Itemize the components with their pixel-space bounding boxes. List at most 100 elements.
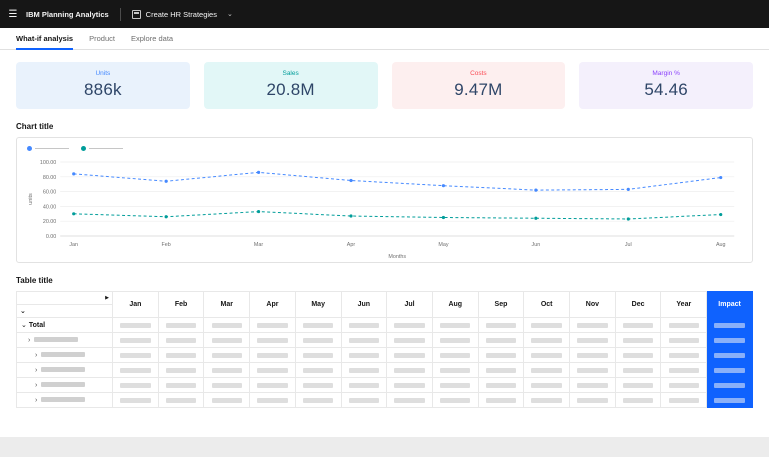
cell-skeleton — [257, 352, 288, 358]
data-cell — [294, 377, 342, 393]
data-cell — [340, 377, 388, 393]
collapse-row-icon[interactable]: ⌄ — [21, 322, 27, 329]
workspace-icon — [131, 9, 141, 19]
data-cell — [112, 392, 159, 408]
expand-row-icon[interactable]: › — [35, 367, 37, 374]
cell-skeleton — [577, 322, 608, 328]
kpi-label: Costs — [470, 70, 487, 77]
data-cell — [477, 317, 525, 333]
cell-skeleton — [714, 352, 745, 358]
cell-skeleton — [440, 367, 471, 373]
cell-skeleton — [257, 382, 288, 388]
column-header-impact[interactable]: Impact — [706, 291, 753, 318]
data-cell — [157, 347, 205, 363]
cell-skeleton — [302, 352, 334, 358]
tab-explore-data[interactable]: Explore data — [131, 28, 173, 50]
row-header-total[interactable]: ⌄ Total — [16, 317, 113, 333]
column-header-year[interactable]: Year — [660, 291, 708, 318]
kpi-value: 20.8M — [266, 80, 315, 99]
data-cell — [340, 317, 388, 333]
table-row: › — [16, 362, 753, 378]
cell-skeleton — [394, 382, 425, 388]
workspace-switcher[interactable]: Create HR Strategies ⌄ — [131, 9, 233, 19]
column-header-apr[interactable]: Apr — [249, 291, 296, 318]
expand-columns-icon[interactable]: ▶ — [105, 295, 109, 301]
row-header[interactable]: › — [16, 392, 113, 408]
brand-ibm: IBM — [26, 9, 40, 19]
kpi-value: 886k — [84, 80, 122, 99]
row-header[interactable]: › — [16, 347, 113, 363]
data-cell — [112, 317, 159, 333]
svg-text:80.00: 80.00 — [43, 175, 56, 181]
table-row: › — [16, 332, 753, 348]
data-cell — [431, 347, 479, 363]
app-brand[interactable]: IBM Planning Analytics — [26, 10, 109, 19]
svg-text:100.00: 100.00 — [40, 160, 56, 166]
cell-skeleton — [165, 397, 197, 403]
legend-item-series-2[interactable] — [81, 146, 123, 151]
row-label-skeleton — [41, 382, 86, 388]
menu-button[interactable]: ☰ — [0, 9, 26, 20]
table-corner-cell[interactable]: ▶ ⌄ — [16, 291, 113, 318]
data-cell — [431, 317, 479, 333]
row-header[interactable]: › — [16, 332, 113, 348]
cell-skeleton — [531, 337, 562, 343]
kpi-row: Units 886k Sales 20.8M Costs 9.47M Margi… — [0, 50, 769, 109]
cell-skeleton — [120, 367, 151, 373]
column-header-mar[interactable]: Mar — [203, 291, 251, 318]
column-header-nov[interactable]: Nov — [569, 291, 616, 318]
row-header[interactable]: › — [16, 377, 113, 393]
column-header-dec[interactable]: Dec — [614, 291, 662, 318]
cell-skeleton — [257, 367, 288, 373]
column-header-oct[interactable]: Oct — [523, 291, 571, 318]
tab-what-if-analysis[interactable]: What-if analysis — [16, 28, 74, 50]
row-label-skeleton — [34, 337, 79, 343]
column-header-feb[interactable]: Feb — [157, 291, 205, 318]
expand-row-icon[interactable]: › — [28, 337, 30, 344]
table-row: ⌄ Total — [16, 317, 753, 333]
data-cell — [660, 392, 708, 408]
data-cell — [203, 362, 251, 378]
header-divider — [119, 7, 121, 21]
cell-skeleton — [302, 337, 334, 343]
cell-skeleton — [485, 352, 517, 358]
legend-item-series-1[interactable] — [27, 146, 69, 151]
cell-skeleton — [394, 397, 425, 403]
app-window: ☰ IBM Planning Analytics Create HR Strat… — [0, 0, 769, 437]
data-cell — [249, 392, 296, 408]
cell-skeleton — [302, 382, 334, 388]
column-header-sep[interactable]: Sep — [477, 291, 525, 318]
cell-skeleton — [211, 367, 242, 373]
kpi-card-margin: Margin % 54.46 — [579, 62, 753, 109]
table-wrap: ▶ ⌄ Jan Feb Mar Apr May Jun Jul Aug Sep Oct Nov Dec Ye… — [16, 291, 753, 408]
expand-row-icon[interactable]: › — [35, 352, 37, 359]
cell-skeleton — [531, 367, 562, 373]
data-cell — [477, 392, 525, 408]
row-label-skeleton — [41, 367, 86, 373]
data-cell — [614, 392, 662, 408]
data-cell — [660, 332, 708, 348]
cell-skeleton — [622, 322, 654, 328]
column-header-jan[interactable]: Jan — [112, 291, 159, 318]
expand-row-icon[interactable]: › — [35, 382, 37, 389]
data-cell — [477, 347, 525, 363]
column-header-jun[interactable]: Jun — [340, 291, 388, 318]
column-header-aug[interactable]: Aug — [431, 291, 479, 318]
chart-title: Chart title — [16, 122, 54, 131]
data-cell — [157, 362, 205, 378]
expand-rows-icon[interactable]: ⌄ — [20, 308, 26, 315]
expand-row-icon[interactable]: › — [35, 397, 37, 404]
data-cell — [340, 332, 388, 348]
data-cell — [569, 377, 616, 393]
data-cell — [203, 332, 251, 348]
cell-skeleton — [211, 352, 242, 358]
column-header-jul[interactable]: Jul — [386, 291, 433, 318]
row-header[interactable]: › — [16, 362, 113, 378]
cell-skeleton — [714, 367, 745, 373]
data-cell — [660, 317, 708, 333]
data-cell — [431, 392, 479, 408]
column-header-may[interactable]: May — [294, 291, 342, 318]
data-cell — [294, 347, 342, 363]
cell-skeleton — [120, 352, 151, 358]
tab-product[interactable]: Product — [89, 28, 115, 50]
